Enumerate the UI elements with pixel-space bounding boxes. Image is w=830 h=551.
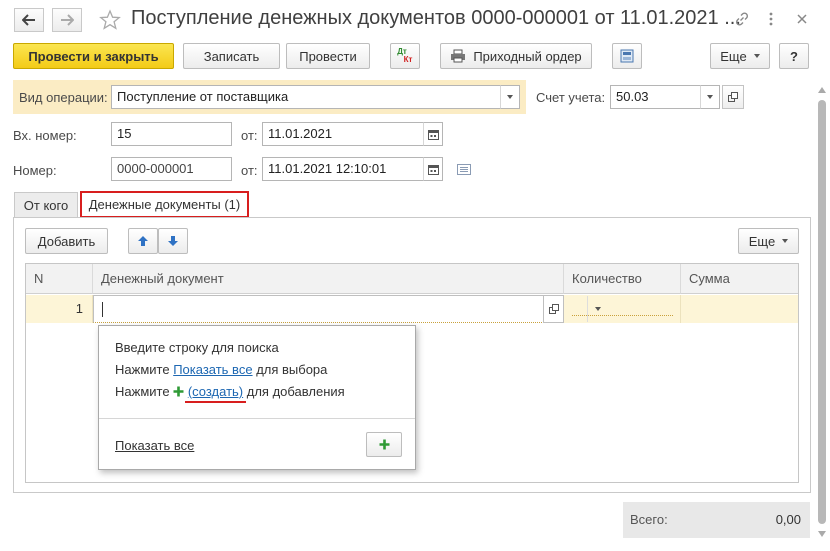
forward-button[interactable] (52, 8, 82, 32)
popup-create-link[interactable]: (создать) (188, 384, 243, 399)
receipt-order-label: Приходный ордер (473, 48, 582, 64)
table-more-button[interactable]: Еще (738, 228, 799, 254)
chevron-down-icon (753, 54, 760, 58)
table-more-label: Еще (748, 233, 776, 249)
in-date-from-label: от: (241, 128, 258, 143)
scroll-down-icon (818, 531, 826, 537)
more-label: Еще (720, 48, 747, 64)
column-header-n[interactable]: N (26, 264, 93, 294)
popup-show-all-link[interactable]: Показать все (115, 438, 194, 453)
account-dropdown[interactable] (700, 85, 720, 109)
post-and-close-button[interactable]: Провести и закрыть (13, 43, 174, 69)
table-row[interactable]: 1 (26, 295, 798, 323)
popup-add-button[interactable] (366, 432, 402, 457)
arrow-right-icon (61, 14, 74, 26)
post-button[interactable]: Провести (286, 43, 370, 69)
popup-hint-select: Нажмите Показать все для выбора (115, 362, 327, 377)
document-structure-icon (620, 49, 634, 63)
total-box: Всего: 0,00 (623, 502, 810, 538)
arrow-up-icon (138, 236, 148, 246)
chevron-down-icon (782, 239, 789, 243)
quantity-cell[interactable] (564, 295, 681, 323)
popup-hint-create-prefix: Нажмите (115, 384, 170, 399)
number-label: Номер: (13, 163, 57, 178)
row-number-cell: 1 (26, 295, 93, 323)
scroll-thumb[interactable] (818, 100, 826, 524)
date-from-label: от: (241, 163, 258, 178)
document-input[interactable] (93, 295, 601, 323)
account-open-button[interactable] (722, 85, 744, 109)
star-icon (99, 9, 121, 30)
arrow-left-icon (22, 14, 35, 26)
popup-hint-select-suffix: для выбора (256, 362, 328, 377)
column-header-quantity[interactable]: Количество (564, 264, 681, 294)
receipt-order-button[interactable]: Приходный ордер (440, 43, 592, 69)
printer-icon (451, 49, 466, 63)
number-field[interactable]: 0000-000001 (111, 157, 232, 181)
in-date-field[interactable]: 11.01.2021 (262, 122, 424, 146)
operation-select[interactable]: Поступление от поставщика (111, 85, 501, 109)
close-icon[interactable] (793, 10, 811, 28)
help-button[interactable]: ? (779, 43, 809, 69)
more-menu-button[interactable]: Еще (710, 43, 770, 69)
kt-label: Кт (403, 55, 413, 64)
tab-money-documents[interactable]: Денежные документы (1) (80, 191, 249, 218)
list-icon (457, 164, 471, 175)
window-title: Поступление денежных документов 0000-000… (131, 7, 741, 29)
total-value: 0,00 (775, 512, 801, 527)
operation-label: Вид операции: (19, 90, 108, 105)
popup-hint-select-prefix: Нажмите (115, 362, 170, 377)
autocomplete-popup: Введите строку для поиска Нажмите Показа… (98, 325, 416, 470)
chevron-down-icon (507, 95, 513, 99)
back-button[interactable] (14, 8, 44, 32)
more-vertical-icon[interactable] (762, 10, 780, 28)
text-cursor (102, 302, 103, 317)
open-window-icon (728, 92, 738, 102)
chevron-down-icon (707, 95, 713, 99)
create-link-annotation-underline (185, 401, 246, 403)
popup-divider (99, 418, 415, 419)
add-row-button[interactable]: Добавить (25, 228, 108, 254)
total-label: Всего: (630, 512, 668, 527)
sum-cell[interactable] (681, 295, 798, 323)
column-header-sum[interactable]: Сумма (681, 264, 798, 294)
date-field[interactable]: 11.01.2021 12:10:01 (262, 157, 424, 181)
popup-show-all-inline-link[interactable]: Показать все (173, 362, 252, 377)
vertical-scrollbar[interactable] (817, 86, 827, 538)
in-number-label: Вх. номер: (13, 128, 77, 143)
popup-hint-create-suffix: для добавления (246, 384, 345, 399)
account-field[interactable]: 50.03 (610, 85, 701, 109)
calendar-icon (427, 164, 439, 175)
column-header-document[interactable]: Денежный документ (93, 264, 564, 294)
open-window-icon (548, 304, 559, 314)
plus-icon (379, 439, 389, 450)
link-icon[interactable] (733, 10, 751, 28)
comment-button[interactable] (457, 163, 473, 175)
account-label: Счет учета: (536, 90, 606, 105)
popup-hint-create: Нажмите (создать) для добавления (115, 384, 345, 399)
quantity-underline (572, 315, 673, 316)
plus-icon (173, 386, 184, 397)
move-up-button[interactable] (128, 228, 158, 254)
favorite-star[interactable] (99, 9, 121, 31)
structure-button[interactable] (612, 43, 642, 69)
dt-kt-button[interactable]: Дт Кт (390, 43, 420, 69)
calendar-icon (427, 129, 439, 140)
dt-kt-icon: Дт Кт (397, 48, 413, 64)
operation-dropdown[interactable] (500, 85, 520, 109)
date-calendar-button[interactable] (423, 157, 443, 181)
document-open-button[interactable] (543, 295, 564, 323)
in-number-field[interactable]: 15 (111, 122, 232, 146)
tab-from-whom[interactable]: От кого (14, 192, 78, 218)
in-date-calendar-button[interactable] (423, 122, 443, 146)
save-button[interactable]: Записать (183, 43, 280, 69)
scroll-up-icon (818, 87, 826, 93)
popup-hint-search: Введите строку для поиска (115, 340, 279, 355)
arrow-down-icon (168, 236, 178, 246)
move-down-button[interactable] (158, 228, 188, 254)
